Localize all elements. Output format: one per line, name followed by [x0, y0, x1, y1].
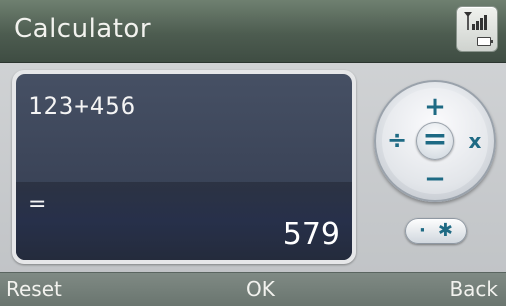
plus-button[interactable]: +: [419, 94, 451, 120]
softkey-bar: Reset OK Back: [0, 272, 506, 306]
result-value: 579: [282, 217, 340, 252]
status-indicator: [456, 6, 498, 52]
equals-label: =: [28, 192, 47, 217]
ok-softkey[interactable]: OK: [246, 277, 275, 301]
calculator-display: 123+456 = 579: [12, 70, 356, 264]
reset-softkey[interactable]: Reset: [6, 277, 62, 301]
equals-button[interactable]: =: [416, 122, 454, 160]
back-softkey[interactable]: Back: [449, 277, 498, 301]
divide-button[interactable]: ÷: [384, 127, 410, 153]
expression-text: 123+456: [28, 92, 137, 120]
dot-star-key[interactable]: · ✱: [405, 218, 467, 244]
dot-symbol: ·: [419, 220, 426, 241]
minus-button[interactable]: −: [419, 166, 451, 192]
title-bar: Calculator: [0, 0, 506, 63]
app-title: Calculator: [14, 14, 152, 44]
star-symbol: ✱: [437, 220, 453, 241]
multiply-button[interactable]: x: [462, 128, 488, 154]
battery-icon: [477, 37, 493, 46]
signal-icon: [464, 12, 487, 30]
operator-keypad: + − ÷ x =: [374, 80, 496, 202]
